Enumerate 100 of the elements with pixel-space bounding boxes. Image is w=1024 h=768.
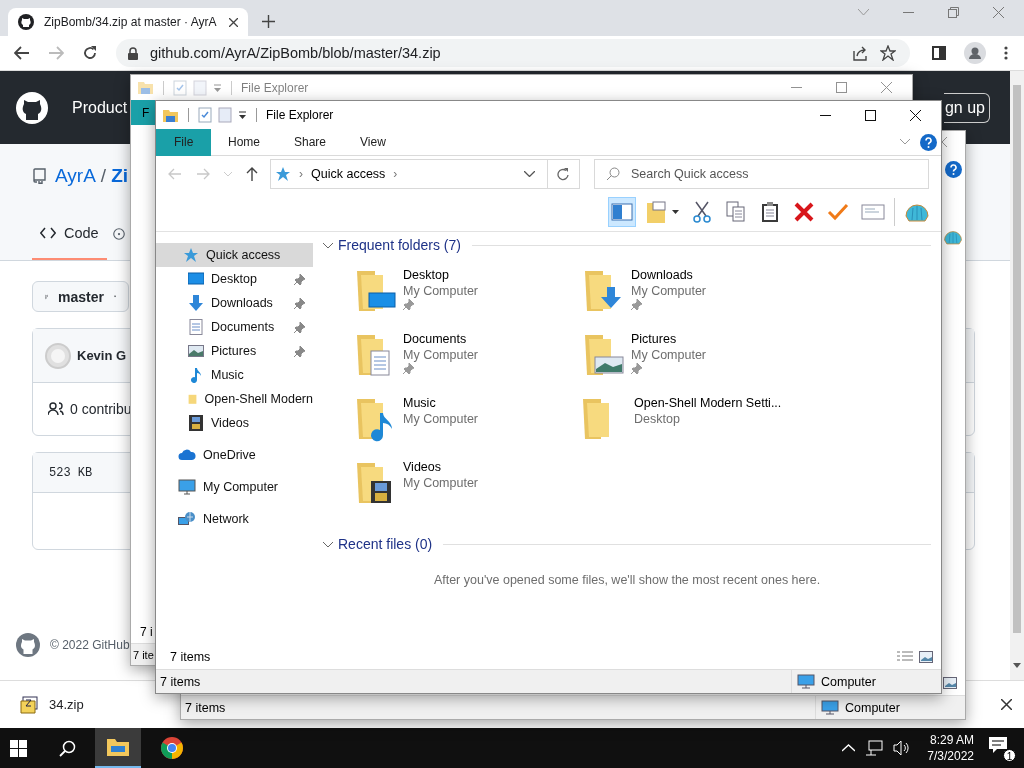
large-icons-view-icon[interactable]	[919, 650, 933, 663]
folder-tile[interactable]: Documents My Computer	[353, 331, 581, 395]
chevron-down-icon[interactable]	[323, 539, 333, 549]
folder-tile[interactable]: Desktop My Computer	[353, 267, 581, 331]
computer-icon	[821, 700, 839, 715]
nav-item[interactable]: Videos	[156, 411, 313, 435]
folder-tile[interactable]: Pictures My Computer	[581, 331, 809, 395]
windows-logo-icon[interactable]	[10, 739, 27, 757]
menu-icon[interactable]	[1004, 46, 1008, 60]
issues-icon[interactable]	[112, 226, 125, 242]
folder-tile[interactable]: Open-Shell Modern Setti... Desktop	[581, 395, 809, 459]
scrollbar[interactable]	[1010, 71, 1024, 680]
chevron-up-icon[interactable]	[842, 744, 856, 752]
breadcrumb-separator[interactable]: ›	[393, 167, 398, 181]
nav-item[interactable]: Desktop	[156, 267, 313, 291]
code-tab[interactable]: Code	[32, 208, 107, 260]
restore-icon[interactable]	[948, 6, 959, 18]
star-icon	[183, 247, 199, 263]
file-size: 523 KB	[49, 465, 93, 480]
close-icon[interactable]	[229, 17, 238, 27]
browser-icon	[160, 736, 184, 760]
share-icon[interactable]	[852, 45, 868, 61]
pin-icon[interactable]	[294, 297, 305, 309]
breadcrumb[interactable]: Quick access	[311, 167, 386, 181]
close-icon[interactable]	[910, 109, 921, 121]
address-field[interactable]: › Quick access ›	[270, 159, 580, 189]
search-field[interactable]: Search Quick access	[594, 159, 929, 189]
folder-tile[interactable]: Music My Computer	[353, 395, 581, 459]
nav-link[interactable]: Product	[72, 98, 128, 117]
author-name[interactable]: Kevin G	[77, 348, 127, 363]
star-icon[interactable]	[880, 45, 896, 61]
lock-icon	[128, 46, 138, 60]
large-icons-view-icon[interactable]	[943, 677, 957, 689]
cloud-icon	[178, 448, 196, 462]
help-icon[interactable]	[945, 160, 962, 178]
volume-icon[interactable]	[893, 740, 912, 756]
ribbon-tab[interactable]: File	[156, 128, 211, 156]
avatar-icon	[45, 342, 71, 369]
ribbon-tab[interactable]: Home	[211, 128, 277, 156]
folder-icon	[106, 737, 130, 757]
ribbon-tab[interactable]: F	[131, 100, 155, 125]
pin-icon[interactable]	[294, 345, 305, 357]
ribbon-tab[interactable]: Share	[277, 128, 344, 156]
back-icon[interactable]	[14, 46, 30, 60]
copyright-text: © 2022 GitHub	[50, 638, 130, 652]
chevron-down-icon[interactable]	[323, 240, 333, 250]
nav-item[interactable]: Music	[156, 363, 313, 387]
browser-tab[interactable]: ZipBomb/34.zip at master · AyrA	[8, 8, 248, 36]
up-icon[interactable]	[246, 167, 258, 181]
address-bar[interactable]: github.com/AyrA/ZipBomb/blob/master/34.zip	[116, 39, 910, 67]
nav-item[interactable]: Quick access	[156, 243, 313, 267]
network-icon[interactable]	[865, 740, 884, 756]
nav-item[interactable]: Pictures	[156, 339, 313, 363]
scroll-down-icon[interactable]	[1013, 663, 1021, 668]
section-heading[interactable]: Frequent folders (7)	[338, 237, 461, 253]
clock[interactable]: 8:29 AM 7/3/2022	[927, 732, 974, 764]
close-icon[interactable]	[1001, 699, 1012, 710]
logo-icon	[18, 14, 34, 30]
item-count: 7 i	[140, 625, 153, 639]
logo-icon[interactable]	[16, 91, 48, 124]
help-icon[interactable]	[920, 133, 937, 151]
down-arrow-icon	[188, 295, 204, 311]
sign-up-button[interactable]: gn up	[943, 92, 990, 123]
folder-icon[interactable]	[162, 107, 179, 123]
profile-icon[interactable]	[964, 42, 986, 64]
ribbon-tab[interactable]: View	[343, 128, 403, 156]
nav-item[interactable]: Downloads	[156, 291, 313, 315]
branch-button[interactable]: master	[32, 281, 129, 312]
nav-item[interactable]: Network	[156, 507, 313, 531]
pin-icon[interactable]	[294, 273, 305, 285]
repo-link[interactable]: Zi	[111, 165, 128, 187]
download-item[interactable]: 34.zip	[20, 695, 84, 714]
nav-item[interactable]: OneDrive	[156, 443, 313, 467]
side-panel-icon[interactable]	[932, 46, 946, 60]
search-icon[interactable]	[59, 739, 76, 757]
notification-button[interactable]: 1	[988, 736, 1014, 760]
properties-icon[interactable]	[198, 107, 212, 123]
chevron-down-icon[interactable]	[524, 171, 535, 177]
file-explorer-taskbar-button[interactable]	[95, 728, 141, 768]
reload-icon[interactable]	[82, 45, 98, 61]
maximize-icon[interactable]	[865, 109, 876, 121]
nav-item[interactable]: Open-Shell Modern	[156, 387, 313, 411]
film-icon	[188, 415, 204, 431]
folder-tile[interactable]: Downloads My Computer	[581, 267, 809, 331]
section-heading[interactable]: Recent files (0)	[338, 536, 433, 552]
star-icon	[275, 166, 291, 182]
nav-item[interactable]: My Computer	[156, 475, 313, 499]
pin-icon[interactable]	[294, 321, 305, 333]
nav-item[interactable]: Documents	[156, 315, 313, 339]
zip-file-icon	[20, 695, 38, 714]
refresh-icon[interactable]	[557, 167, 570, 181]
item-count: 7 items	[170, 649, 211, 664]
status-bar: 7 items Computer	[156, 669, 941, 693]
pane-tool-button[interactable]	[608, 196, 636, 227]
dropdown-icon[interactable]	[238, 110, 247, 120]
owner-link[interactable]: AyrA	[55, 165, 96, 187]
monitor-icon	[188, 271, 204, 287]
code-icon	[40, 227, 56, 239]
new-tab-icon[interactable]	[262, 15, 275, 28]
folder-tile[interactable]: Videos My Computer	[353, 459, 581, 523]
